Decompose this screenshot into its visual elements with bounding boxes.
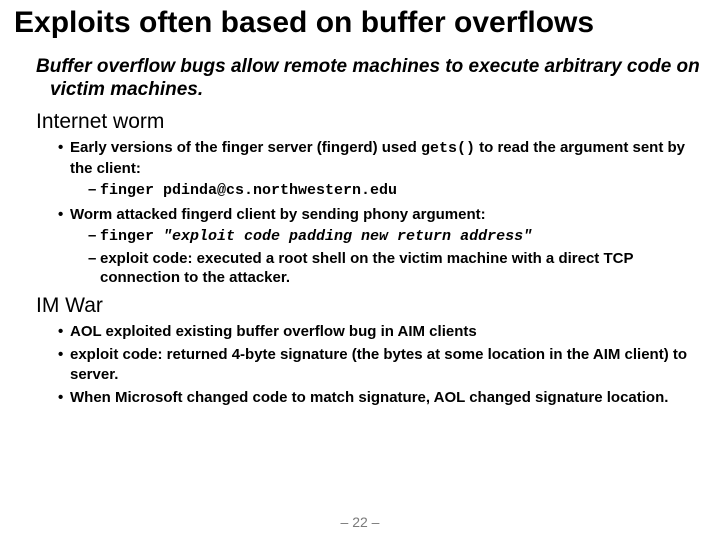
slide-title: Exploits often based on buffer overflows [14, 6, 706, 41]
list-item: exploit code: returned 4-byte signature … [58, 345, 706, 384]
slide: Exploits often based on buffer overflows… [0, 0, 720, 540]
page-number: – 22 – [0, 514, 720, 530]
list-item: AOL exploited existing buffer overflow b… [58, 322, 706, 342]
sub-list: finger pdinda@cs.northwestern.edu [70, 180, 706, 201]
list-item: exploit code: executed a root shell on t… [88, 249, 706, 288]
sub-list: finger "exploit code padding new return … [70, 226, 706, 288]
lead-paragraph: Buffer overflow bugs allow remote machin… [36, 55, 706, 103]
list-item: finger pdinda@cs.northwestern.edu [88, 180, 706, 201]
slide-body: Buffer overflow bugs allow remote machin… [14, 55, 706, 408]
code-finger-exploit-args: "exploit code padding new return address… [163, 228, 532, 245]
bullet-list-1: Early versions of the finger server (fin… [36, 138, 706, 288]
text-fragment: Early versions of the finger server (fin… [70, 139, 421, 156]
text-fragment: Worm attacked fingerd client by sending … [70, 206, 486, 223]
list-item: finger "exploit code padding new return … [88, 226, 706, 247]
section-heading-im-war: IM War [36, 294, 706, 318]
list-item: When Microsoft changed code to match sig… [58, 388, 706, 408]
list-item: Worm attacked fingerd client by sending … [58, 205, 706, 288]
bullet-list-2: AOL exploited existing buffer overflow b… [36, 322, 706, 408]
list-item: Early versions of the finger server (fin… [58, 138, 706, 201]
code-gets: gets() [421, 140, 475, 157]
code-finger-exploit-cmd: finger [100, 228, 163, 245]
code-finger-cmd: finger pdinda@cs.northwestern.edu [100, 182, 397, 199]
section-heading-internet-worm: Internet worm [36, 110, 706, 134]
